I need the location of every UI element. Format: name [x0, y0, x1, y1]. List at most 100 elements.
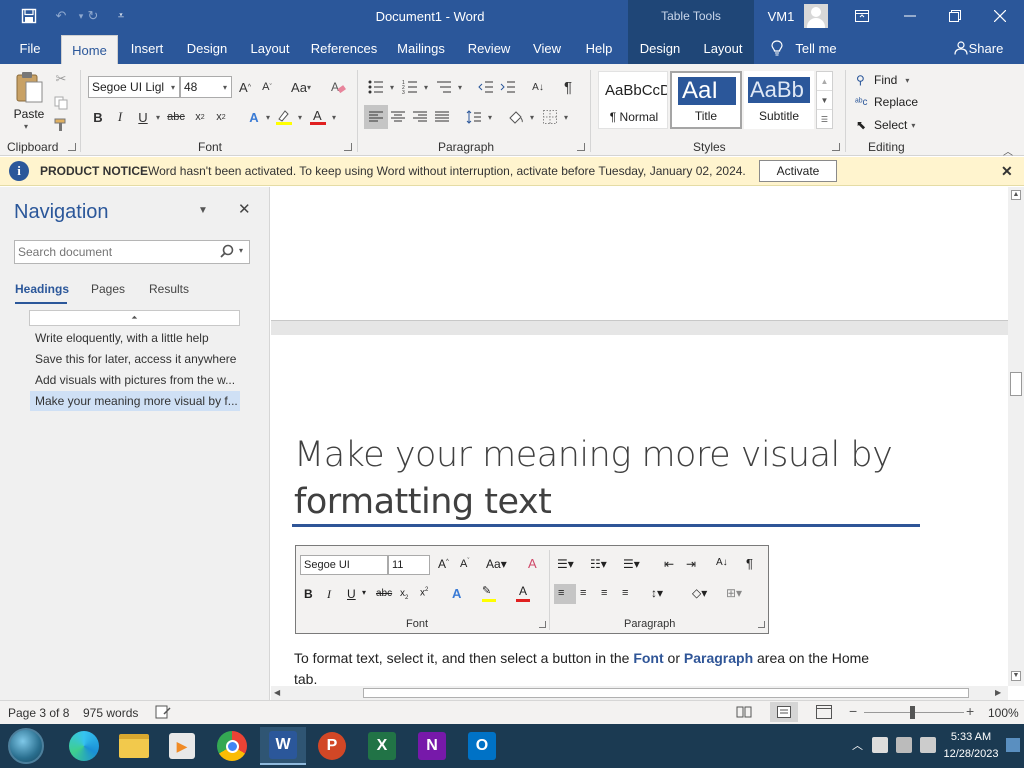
search-document-box[interactable]: ▾: [14, 240, 250, 264]
tab-results[interactable]: Results: [149, 282, 189, 296]
file-explorer-taskbar-icon[interactable]: [114, 727, 154, 765]
tab-table-design[interactable]: Design: [628, 32, 692, 64]
paste-button[interactable]: Paste: [12, 107, 46, 121]
media-player-taskbar-icon[interactable]: ▶: [162, 727, 202, 765]
font-size-combo[interactable]: 48 ▾: [180, 76, 232, 98]
clock-time[interactable]: 5:33 AM: [940, 731, 1002, 743]
shrink-font-icon[interactable]: Aˇ: [257, 77, 277, 97]
bullets-dropdown-icon[interactable]: ▾: [382, 77, 402, 97]
web-layout-icon[interactable]: [816, 705, 832, 722]
document-area[interactable]: Make your meaning more visual by formatt…: [271, 187, 1008, 686]
heading-item[interactable]: Add visuals with pictures from the w...: [30, 370, 240, 390]
decrease-indent-icon[interactable]: [476, 77, 496, 97]
page-count[interactable]: Page 3 of 8: [8, 706, 69, 720]
find-button[interactable]: ⚲ Find ▾: [856, 70, 909, 90]
proofing-icon[interactable]: [155, 705, 171, 722]
tab-pages[interactable]: Pages: [91, 282, 125, 296]
superscript-icon[interactable]: x2: [211, 107, 231, 127]
horizontal-scrollbar[interactable]: ◀ ▶: [271, 686, 1008, 700]
redo-icon[interactable]: ↻: [82, 0, 104, 32]
heading-item[interactable]: Save this for later, access it anywhere: [30, 349, 240, 369]
font-size-dropdown-icon[interactable]: ▾: [223, 83, 227, 92]
volume-icon[interactable]: [920, 737, 936, 753]
vertical-scroll-thumb[interactable]: [1010, 372, 1022, 396]
subscript-icon[interactable]: x2: [190, 107, 210, 127]
tab-help[interactable]: Help: [578, 32, 620, 64]
horizontal-scroll-thumb[interactable]: [363, 688, 969, 698]
tab-headings[interactable]: Headings: [15, 282, 69, 296]
scroll-right-icon[interactable]: ▶: [995, 688, 1001, 697]
avatar[interactable]: [803, 0, 829, 32]
search-dropdown-icon[interactable]: ▾: [239, 246, 243, 255]
save-icon[interactable]: [14, 0, 44, 32]
tab-view[interactable]: View: [528, 32, 566, 64]
restore-icon[interactable]: [935, 0, 975, 32]
cut-icon[interactable]: ✂: [51, 69, 71, 89]
minimize-icon[interactable]: [890, 0, 930, 32]
bold-icon[interactable]: B: [88, 107, 108, 127]
notice-close-icon[interactable]: ✕: [1001, 163, 1013, 180]
close-icon[interactable]: [980, 0, 1020, 32]
replace-button[interactable]: ᵃᵇc Replace: [855, 92, 918, 112]
navigation-close-icon[interactable]: ✕: [238, 200, 251, 218]
style-subtitle[interactable]: AaBb Subtitle: [744, 71, 814, 129]
word-taskbar-icon[interactable]: W: [260, 727, 306, 765]
outlook-taskbar-icon[interactable]: O: [462, 727, 502, 765]
show-hidden-icons-icon[interactable]: ︿: [852, 737, 863, 753]
search-document-input[interactable]: [18, 243, 214, 261]
styles-up-icon[interactable]: ▲: [817, 72, 832, 91]
tab-table-layout[interactable]: Layout: [692, 32, 754, 64]
style-normal[interactable]: AaBbCcD ¶ Normal: [598, 71, 668, 129]
strikethrough-icon[interactable]: abc: [166, 107, 186, 127]
show-formatting-marks-icon[interactable]: ¶: [558, 77, 578, 97]
heading-item-selected[interactable]: Make your meaning more visual by f...: [30, 391, 240, 411]
scroll-up-icon[interactable]: ▲: [1011, 190, 1021, 200]
paste-icon[interactable]: [14, 70, 44, 104]
borders-dropdown-icon[interactable]: ▾: [556, 107, 576, 127]
powerpoint-taskbar-icon[interactable]: P: [312, 727, 352, 765]
tab-design[interactable]: Design: [182, 32, 232, 64]
navigation-options-icon[interactable]: ▼: [198, 205, 208, 216]
italic-icon[interactable]: I: [110, 107, 130, 127]
action-center-icon[interactable]: [872, 737, 888, 753]
zoom-level[interactable]: 100%: [988, 706, 1019, 720]
edge-taskbar-icon[interactable]: [64, 727, 104, 765]
font-launcher-icon[interactable]: [344, 143, 352, 151]
tab-home[interactable]: Home: [61, 35, 118, 64]
grow-font-icon[interactable]: A ^: [235, 77, 255, 97]
tab-file[interactable]: File: [8, 32, 52, 64]
styles-more-icon[interactable]: ☰: [817, 110, 832, 128]
clear-formatting-icon[interactable]: A: [328, 77, 348, 97]
styles-launcher-icon[interactable]: [832, 143, 840, 151]
word-count[interactable]: 975 words: [83, 706, 138, 720]
excel-taskbar-icon[interactable]: X: [362, 727, 402, 765]
font-name-dropdown-icon[interactable]: ▾: [171, 83, 175, 92]
paragraph-launcher-icon[interactable]: [577, 143, 585, 151]
multilevel-dropdown-icon[interactable]: ▾: [450, 77, 470, 97]
scroll-left-icon[interactable]: ◀: [274, 688, 280, 697]
zoom-in-icon[interactable]: +: [966, 703, 974, 719]
justify-icon[interactable]: [432, 107, 452, 127]
numbering-dropdown-icon[interactable]: ▾: [416, 77, 436, 97]
paste-dropdown-icon[interactable]: ▾: [24, 122, 28, 131]
font-color-dropdown-icon[interactable]: ▾: [324, 107, 344, 127]
styles-down-icon[interactable]: ▼: [817, 91, 832, 110]
share-button[interactable]: Share: [968, 32, 1004, 64]
user-name[interactable]: VM1: [762, 0, 800, 32]
collapse-headings-icon[interactable]: ⏶: [29, 310, 240, 326]
undo-icon[interactable]: ↶: [48, 0, 74, 32]
shading-dropdown-icon[interactable]: ▾: [522, 107, 542, 127]
clipboard-launcher-icon[interactable]: [68, 143, 76, 151]
increase-indent-icon[interactable]: [498, 77, 518, 97]
chrome-taskbar-icon[interactable]: [212, 727, 252, 765]
scroll-down-icon[interactable]: ▼: [1011, 671, 1021, 681]
tab-insert[interactable]: Insert: [124, 32, 170, 64]
vertical-scrollbar[interactable]: ▲ ▼: [1008, 187, 1024, 686]
zoom-out-icon[interactable]: −: [849, 703, 857, 719]
network-icon[interactable]: [896, 737, 912, 753]
change-case-icon[interactable]: Aa ▾: [286, 77, 316, 97]
search-icon[interactable]: [220, 244, 234, 261]
copy-icon[interactable]: [51, 93, 71, 113]
customize-quick-access-icon[interactable]: ⩡: [110, 0, 132, 32]
collapse-ribbon-icon[interactable]: ︿: [1003, 143, 1013, 158]
